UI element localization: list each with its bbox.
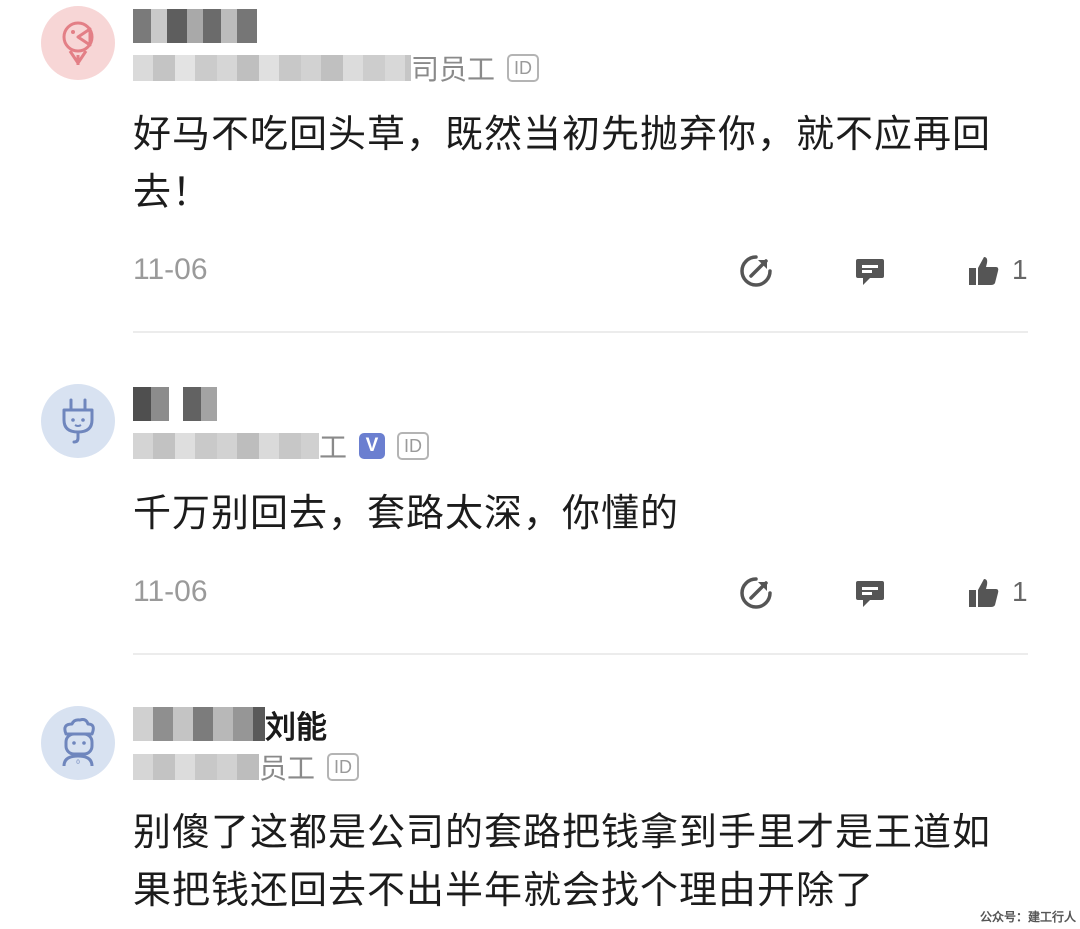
user-meta: 员工 ID — [133, 749, 360, 785]
divider — [133, 653, 1028, 655]
blurred-company — [133, 50, 411, 86]
id-badge: ID — [397, 432, 430, 460]
avatar[interactable]: 0 — [41, 706, 115, 780]
avatar[interactable] — [41, 384, 115, 458]
user-title: 员工 — [259, 752, 316, 785]
user-meta: 工 V ID — [133, 428, 430, 464]
like-icon[interactable] — [967, 576, 1001, 610]
id-badge: ID — [327, 753, 360, 781]
like-count: 1 — [1012, 254, 1028, 285]
comment-actions: 11-06 1 — [133, 572, 1033, 612]
blurred-name — [133, 704, 265, 744]
comment-text: 好马不吃回头草，既然当初先抛弃你，就不应再回去！ — [133, 112, 992, 214]
comment-text: 千万别回去，套路太深，你懂的 — [133, 491, 680, 535]
user-title: 司员工 — [411, 53, 496, 86]
id-badge: ID — [507, 54, 540, 82]
plug-icon — [62, 398, 94, 444]
username[interactable]: 刘能 — [133, 704, 327, 746]
username-text: 刘能 — [265, 709, 327, 746]
comment-text: 别傻了这都是公司的套路把钱拿到手里才是王道如果把钱还回去不出半年就会找个理由开除… — [133, 810, 992, 912]
share-icon[interactable] — [739, 576, 773, 610]
reply-icon[interactable] — [853, 254, 887, 288]
like-icon[interactable] — [967, 254, 1001, 288]
svg-text:0: 0 — [76, 759, 80, 766]
blurred-name — [133, 384, 217, 424]
comment-date: 11-06 — [133, 253, 208, 286]
comment-date: 11-06 — [133, 575, 208, 608]
blurred-name — [133, 6, 257, 46]
watermark: 公众号：建工行人 — [979, 910, 1076, 924]
comment-actions: 11-06 1 — [133, 250, 1033, 290]
username[interactable] — [133, 384, 217, 424]
avatar[interactable] — [41, 6, 115, 80]
share-icon[interactable] — [739, 254, 773, 288]
user-meta: 司员工 ID — [133, 50, 540, 86]
blurred-company — [133, 749, 259, 785]
user-title: 工 — [319, 431, 348, 464]
like-count: 1 — [1012, 576, 1028, 607]
reply-icon[interactable] — [853, 576, 887, 610]
chick-icon — [62, 21, 94, 65]
divider — [133, 331, 1028, 333]
chef-icon: 0 — [62, 718, 95, 767]
verified-badge: V — [359, 433, 386, 459]
username[interactable] — [133, 6, 257, 46]
blurred-company — [133, 428, 319, 464]
